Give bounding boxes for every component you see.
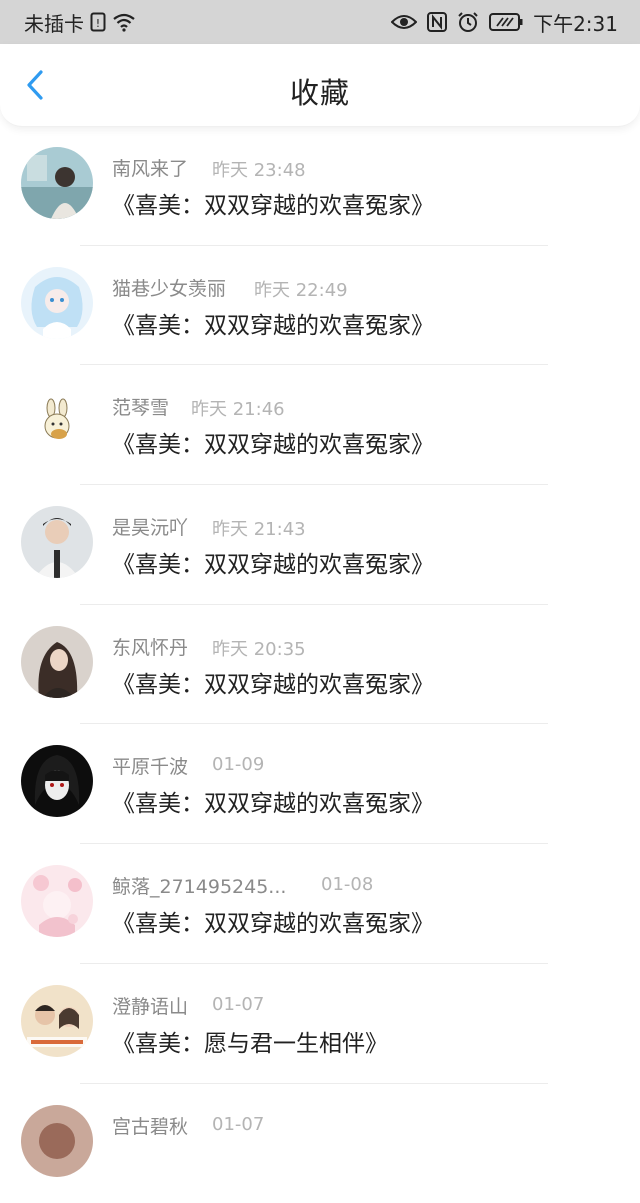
status-time: 下午2:31 <box>533 8 618 37</box>
item-title: 《喜美：双双穿越的欢喜冤家》 <box>112 665 434 699</box>
avatar <box>21 147 93 219</box>
item-time: 昨天 21:43 <box>212 515 306 541</box>
nfc-icon <box>427 12 447 32</box>
item-author: 平原千波 <box>112 752 188 779</box>
avatar <box>21 1105 93 1177</box>
item-author: 澄静语山 <box>112 992 188 1019</box>
item-title: 《喜美：双双穿越的欢喜冤家》 <box>112 425 434 459</box>
item-title: 《喜美：双双穿越的欢喜冤家》 <box>112 904 434 938</box>
status-left: 未插卡 ! <box>24 8 136 37</box>
item-title: 《喜美：愿与君一生相伴》 <box>112 1024 388 1058</box>
item-time: 昨天 21:46 <box>191 395 285 421</box>
item-author: 范琴雪 <box>112 393 169 420</box>
item-author: 宫古碧秋 <box>112 1112 188 1139</box>
avatar <box>21 506 93 578</box>
avatar <box>21 985 93 1057</box>
list-item[interactable]: 鲸落_271495245... 01-08 《喜美：双双穿越的欢喜冤家》 <box>0 844 640 964</box>
eye-icon <box>391 13 417 31</box>
item-title: 《喜美：双双穿越的欢喜冤家》 <box>112 784 434 818</box>
avatar <box>21 386 93 458</box>
item-time: 01-07 <box>212 1114 264 1135</box>
item-author: 东风怀丹 <box>112 633 188 660</box>
item-author: 是昊沅吖 <box>112 513 188 540</box>
list-item[interactable]: 平原千波 01-09 《喜美：双双穿越的欢喜冤家》 <box>0 724 640 844</box>
item-title: 《喜美：双双穿越的欢喜冤家》 <box>112 545 434 579</box>
list-item[interactable]: 猫巷少女羡丽 昨天 22:49 《喜美：双双穿越的欢喜冤家》 <box>0 246 640 366</box>
list-item[interactable]: 宫古碧秋 01-07 <box>0 1084 640 1203</box>
avatar <box>21 626 93 698</box>
status-bar: 未插卡 ! 下午2:31 <box>0 0 640 44</box>
item-author: 猫巷少女羡丽 <box>112 274 226 301</box>
page-title: 收藏 <box>0 70 640 112</box>
sim-icon: ! <box>90 12 106 32</box>
list-item[interactable]: 澄静语山 01-07 《喜美：愿与君一生相伴》 <box>0 964 640 1084</box>
avatar <box>21 865 93 937</box>
favorites-list: 南风来了 昨天 23:48 《喜美：双双穿越的欢喜冤家》 猫巷少女羡丽 昨天 2… <box>0 126 640 1203</box>
list-item[interactable]: 范琴雪 昨天 21:46 《喜美：双双穿越的欢喜冤家》 <box>0 365 640 485</box>
item-title: 《喜美：双双穿越的欢喜冤家》 <box>112 186 434 220</box>
item-time: 昨天 23:48 <box>212 156 306 182</box>
list-item[interactable]: 南风来了 昨天 23:48 《喜美：双双穿越的欢喜冤家》 <box>0 126 640 246</box>
svg-text:!: ! <box>96 17 100 30</box>
list-item[interactable]: 东风怀丹 昨天 20:35 《喜美：双双穿越的欢喜冤家》 <box>0 605 640 725</box>
item-author: 鲸落_271495245... <box>112 872 286 899</box>
header-bar: 收藏 <box>0 44 640 127</box>
avatar <box>21 267 93 339</box>
battery-icon <box>489 13 523 31</box>
status-right: 下午2:31 <box>391 8 618 37</box>
item-author: 南风来了 <box>112 154 188 181</box>
item-title: 《喜美：双双穿越的欢喜冤家》 <box>112 306 434 340</box>
carrier-label: 未插卡 <box>24 8 84 37</box>
item-time: 昨天 22:49 <box>254 276 348 302</box>
item-time: 01-07 <box>212 994 264 1015</box>
list-item[interactable]: 是昊沅吖 昨天 21:43 《喜美：双双穿越的欢喜冤家》 <box>0 485 640 605</box>
alarm-icon <box>457 11 479 33</box>
avatar <box>21 745 93 817</box>
item-time: 01-09 <box>212 754 264 775</box>
item-time: 昨天 20:35 <box>212 635 306 661</box>
item-time: 01-08 <box>321 874 373 895</box>
wifi-icon <box>112 12 136 32</box>
